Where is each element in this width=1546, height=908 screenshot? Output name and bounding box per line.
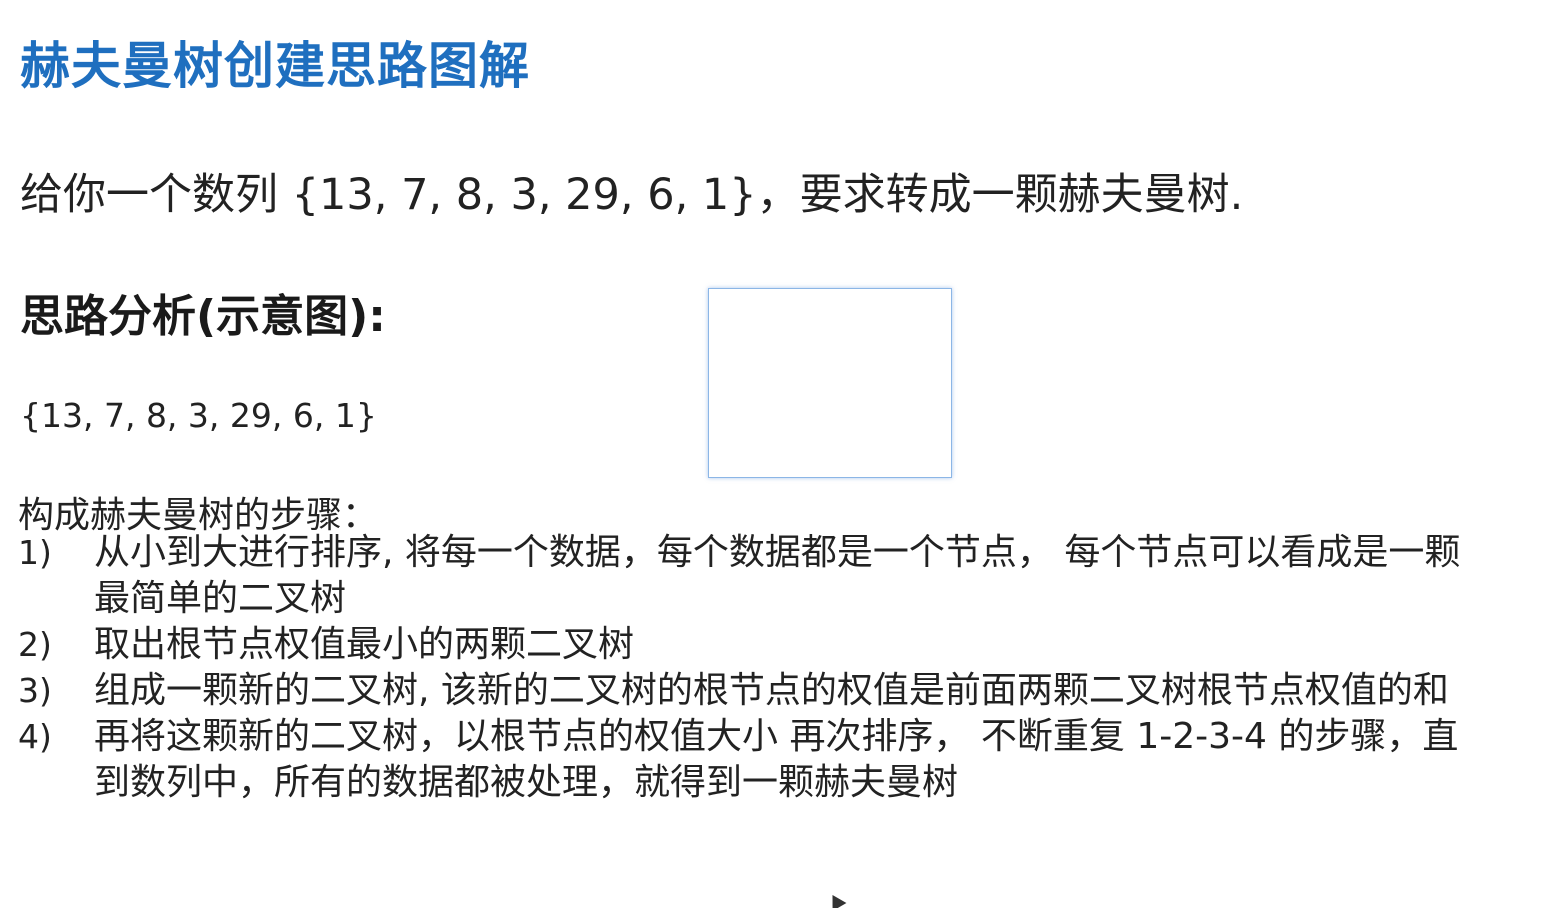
diagram-placeholder-box	[708, 288, 952, 478]
step-number: 4)	[18, 717, 52, 756]
step-text: 组成一颗新的二叉树, 该新的二叉树的根节点的权值是前面两颗二叉树根节点权值的和	[94, 670, 1449, 711]
step-item: 4) 再将这颗新的二叉树，以根节点的权值大小 再次排序， 不断重复 1-2-3-…	[18, 714, 1518, 806]
step-number: 2)	[18, 625, 52, 664]
step-number: 1)	[18, 533, 52, 572]
mouse-pointer-icon	[825, 890, 847, 908]
step-text: 从小到大进行排序, 将每一个数据，每个数据都是一个节点， 每个节点可以看成是一颗…	[94, 532, 1461, 619]
step-text: 再将这颗新的二叉树，以根节点的权值大小 再次排序， 不断重复 1-2-3-4 的…	[94, 716, 1459, 803]
sequence-text: {13, 7, 8, 3, 29, 6, 1}	[20, 396, 377, 435]
step-item: 3) 组成一颗新的二叉树, 该新的二叉树的根节点的权值是前面两颗二叉树根节点权值…	[18, 668, 1518, 714]
step-item: 2) 取出根节点权值最小的两颗二叉树	[18, 622, 1518, 668]
document-page: 赫夫曼树创建思路图解 给你一个数列 {13, 7, 8, 3, 29, 6, 1…	[0, 0, 1546, 908]
problem-statement: 给你一个数列 {13, 7, 8, 3, 29, 6, 1}，要求转成一颗赫夫曼…	[20, 170, 1244, 220]
step-number: 3)	[18, 671, 52, 710]
page-title: 赫夫曼树创建思路图解	[20, 37, 530, 95]
steps-list: 1) 从小到大进行排序, 将每一个数据，每个数据都是一个节点， 每个节点可以看成…	[18, 530, 1518, 806]
step-item: 1) 从小到大进行排序, 将每一个数据，每个数据都是一个节点， 每个节点可以看成…	[18, 530, 1518, 622]
analysis-heading: 思路分析(示意图):	[20, 291, 386, 342]
step-text: 取出根节点权值最小的两颗二叉树	[94, 624, 635, 665]
